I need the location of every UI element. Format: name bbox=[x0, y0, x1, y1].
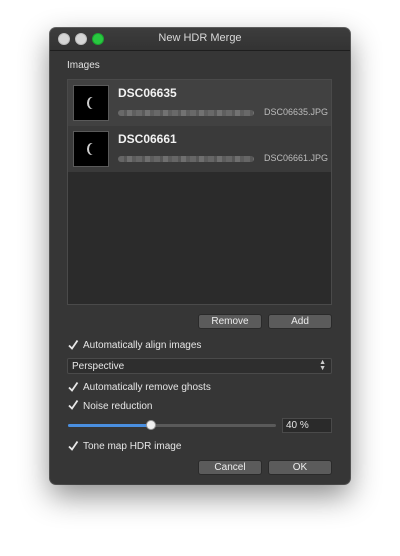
window-title: New HDR Merge bbox=[158, 32, 242, 44]
auto-align-label: Automatically align images bbox=[83, 340, 202, 351]
moon-icon bbox=[89, 143, 98, 155]
slider-fill bbox=[68, 424, 152, 427]
checkmark-icon bbox=[68, 399, 79, 410]
redacted-path-prefix bbox=[118, 110, 254, 116]
slider-thumb[interactable] bbox=[146, 420, 157, 430]
image-list-item[interactable]: DSC06661 DSC06661.JPG bbox=[68, 126, 331, 172]
hdr-merge-dialog: New HDR Merge Images DSC06635 DSC06635.J… bbox=[50, 28, 350, 484]
redacted-path-prefix bbox=[118, 156, 254, 162]
remove-ghosts-checkbox[interactable] bbox=[67, 381, 79, 393]
projection-select[interactable]: Perspective ▲ ▼ bbox=[67, 358, 332, 374]
checkmark-icon bbox=[68, 440, 79, 451]
images-section-label: Images bbox=[67, 60, 100, 71]
noise-reduction-label: Noise reduction bbox=[83, 401, 153, 412]
cancel-button[interactable]: Cancel bbox=[198, 460, 262, 475]
image-path-filename: DSC06661.JPG bbox=[263, 153, 328, 163]
image-thumbnail bbox=[73, 131, 109, 167]
checkmark-icon bbox=[68, 339, 79, 350]
tone-map-checkbox[interactable] bbox=[67, 440, 79, 452]
image-name: DSC06635 bbox=[118, 86, 177, 100]
noise-reduction-slider[interactable] bbox=[68, 420, 276, 430]
images-list[interactable]: DSC06635 DSC06635.JPG DSC06661 DSC06661.… bbox=[67, 79, 332, 305]
noise-reduction-value-field[interactable]: 40 % bbox=[282, 418, 332, 433]
tone-map-label: Tone map HDR image bbox=[83, 441, 182, 452]
moon-icon bbox=[89, 97, 98, 109]
remove-image-button[interactable]: Remove bbox=[198, 314, 262, 329]
checkmark-icon bbox=[68, 381, 79, 392]
image-path-filename: DSC06635.JPG bbox=[263, 107, 328, 117]
noise-reduction-checkbox[interactable] bbox=[67, 399, 79, 411]
image-path: DSC06661.JPG bbox=[118, 152, 328, 166]
image-list-item[interactable]: DSC06635 DSC06635.JPG bbox=[68, 80, 331, 126]
add-image-button[interactable]: Add bbox=[268, 314, 332, 329]
title-bar[interactable]: New HDR Merge bbox=[50, 28, 350, 51]
auto-align-checkbox[interactable] bbox=[67, 339, 79, 351]
image-thumbnail bbox=[73, 85, 109, 121]
remove-ghosts-label: Automatically remove ghosts bbox=[83, 382, 211, 393]
ok-button[interactable]: OK bbox=[268, 460, 332, 475]
up-down-arrows-icon: ▲ ▼ bbox=[319, 359, 326, 372]
image-path: DSC06635.JPG bbox=[118, 106, 328, 120]
image-name: DSC06661 bbox=[118, 132, 177, 146]
projection-select-value: Perspective bbox=[72, 361, 125, 372]
